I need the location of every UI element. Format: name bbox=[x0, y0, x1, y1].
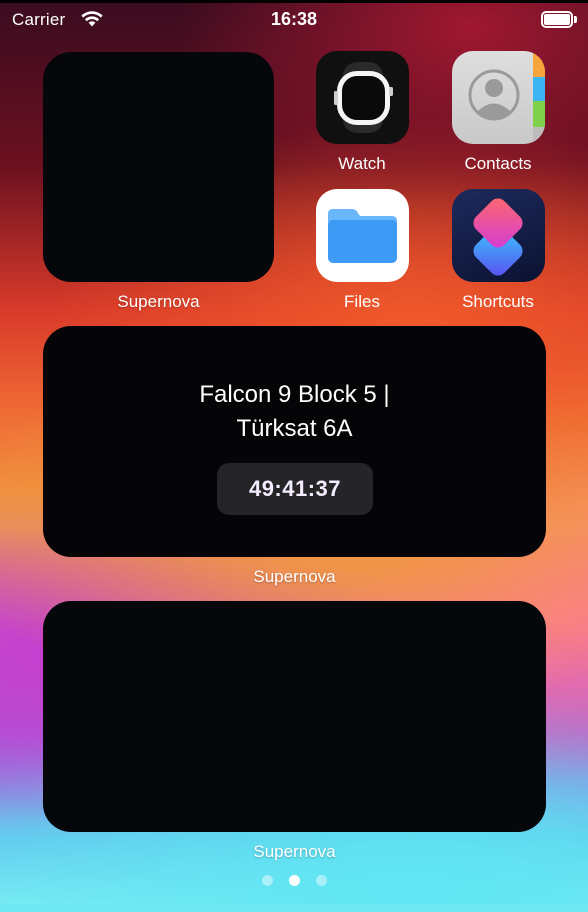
shortcuts-icon bbox=[451, 189, 545, 282]
supernova-large-widget[interactable] bbox=[43, 601, 546, 832]
app-watch-label: Watch bbox=[338, 154, 386, 173]
app-files-label: Files bbox=[344, 292, 380, 311]
supernova-small-widget-label: Supernova bbox=[117, 292, 200, 311]
mission-title: Falcon 9 Block 5 | Türksat 6A bbox=[43, 378, 546, 446]
home-screen: Carrier 16:38 Supernova Watch Contacts F… bbox=[0, 0, 588, 912]
battery-full-icon bbox=[541, 11, 577, 28]
launch-countdown-widget-label: Supernova bbox=[253, 567, 336, 586]
page-dot-3[interactable] bbox=[315, 875, 327, 886]
app-contacts-label: Contacts bbox=[464, 154, 532, 173]
files-folder-icon bbox=[315, 189, 409, 282]
page-indicator[interactable] bbox=[0, 875, 588, 889]
app-shortcuts[interactable]: Shortcuts bbox=[428, 189, 568, 312]
app-watch[interactable]: Watch bbox=[292, 51, 432, 174]
supernova-large-widget-label: Supernova bbox=[253, 842, 336, 861]
mission-title-line2: Türksat 6A bbox=[236, 415, 353, 442]
mission-title-line1: Falcon 9 Block 5 | bbox=[199, 381, 390, 408]
countdown-timer: 49:41:37 bbox=[217, 463, 373, 515]
app-contacts[interactable]: Contacts bbox=[428, 51, 568, 174]
launch-countdown-widget[interactable]: Falcon 9 Block 5 | Türksat 6A 49:41:37 bbox=[43, 326, 546, 557]
app-shortcuts-label: Shortcuts bbox=[462, 292, 534, 311]
contacts-icon bbox=[451, 51, 545, 144]
supernova-small-widget[interactable] bbox=[43, 52, 274, 282]
dock-edge bbox=[0, 904, 588, 912]
app-files[interactable]: Files bbox=[292, 189, 432, 312]
watch-icon bbox=[315, 51, 409, 144]
status-bar: Carrier 16:38 bbox=[0, 0, 588, 40]
status-time: 16:38 bbox=[270, 9, 318, 29]
page-dot-1[interactable] bbox=[261, 875, 273, 886]
page-dot-2[interactable] bbox=[288, 875, 300, 886]
